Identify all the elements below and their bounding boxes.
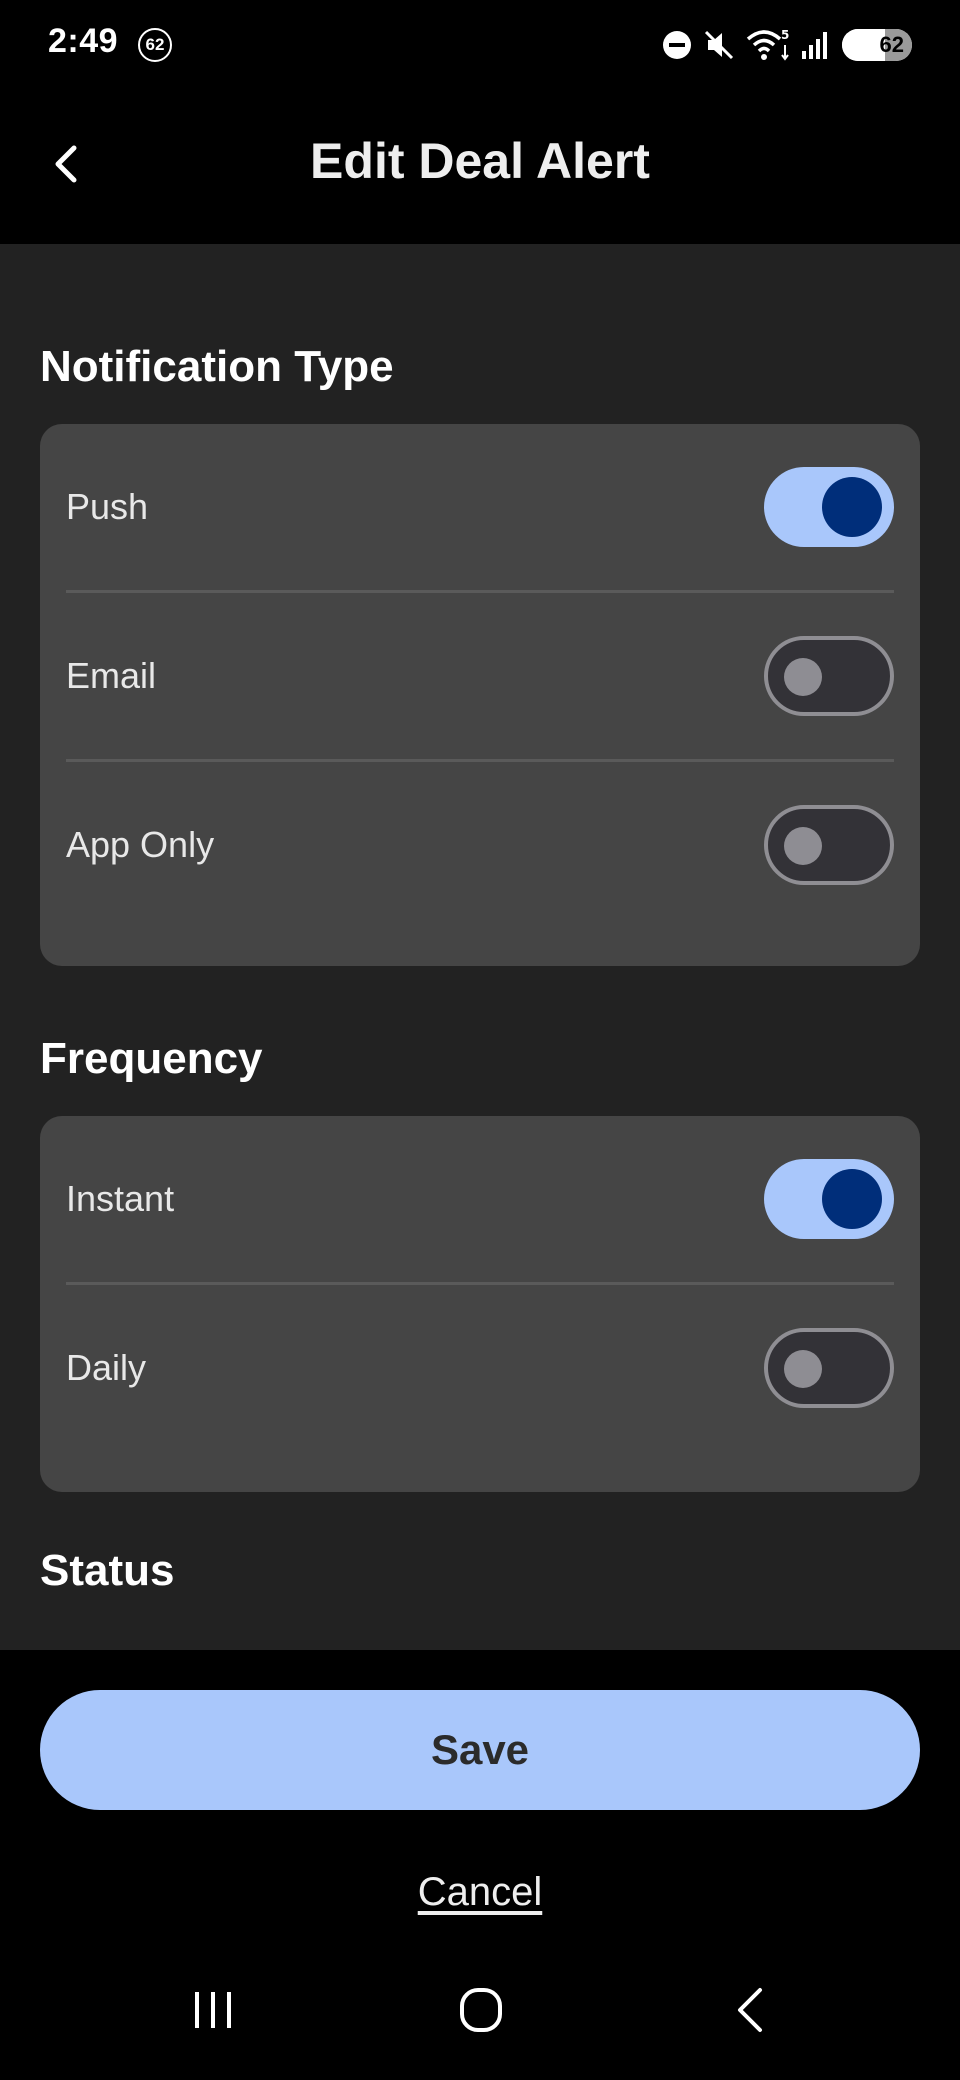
row-label: Email — [66, 655, 157, 696]
notification-type-card: Push Email App Only — [40, 424, 920, 966]
section-title-status: Status — [40, 1546, 175, 1595]
email-toggle[interactable] — [764, 636, 894, 716]
row-label: Push — [66, 486, 149, 527]
svg-text:5: 5 — [781, 28, 789, 42]
status-icons: 5 62 — [662, 24, 912, 66]
app-only-toggle[interactable] — [764, 805, 894, 885]
toggle-knob — [822, 477, 882, 537]
instant-toggle[interactable] — [764, 1159, 894, 1239]
toggle-knob — [784, 658, 822, 696]
dnd-icon — [663, 31, 691, 59]
app-bar: Edit Deal Alert — [0, 90, 960, 244]
row-label: Daily — [66, 1347, 147, 1388]
battery-level: 62 — [879, 32, 904, 57]
frequency-row-instant[interactable]: Instant — [40, 1116, 920, 1282]
section-title-frequency: Frequency — [40, 1034, 263, 1083]
push-toggle[interactable] — [764, 467, 894, 547]
cancel-link[interactable]: Cancel — [0, 1870, 960, 1915]
home-icon[interactable] — [446, 1980, 516, 2040]
toggle-knob — [784, 827, 822, 865]
back-icon[interactable] — [716, 1980, 786, 2040]
settings-content: Notification Type Push Email App Only Fr… — [0, 244, 960, 1650]
system-nav-bar — [0, 1940, 960, 2080]
mute-icon — [704, 30, 734, 60]
row-label: Instant — [66, 1178, 175, 1219]
toggle-knob — [784, 1350, 822, 1388]
frequency-card: Instant Daily — [40, 1116, 920, 1492]
section-title-notification-type: Notification Type — [40, 342, 394, 391]
row-label: App Only — [66, 824, 215, 865]
signal-icon — [802, 32, 827, 59]
notification-count-badge: 62 — [138, 28, 172, 62]
status-bar: 2:49 62 5 62 — [0, 0, 960, 90]
page-title: Edit Deal Alert — [310, 133, 650, 189]
footer: Save Cancel — [0, 1650, 960, 2080]
notification-row-push[interactable]: Push — [40, 424, 920, 590]
wifi-icon: 5 — [746, 28, 789, 61]
battery-icon: 62 — [842, 29, 912, 61]
save-button[interactable]: Save — [40, 1690, 920, 1810]
toggle-knob — [822, 1169, 882, 1229]
frequency-row-daily[interactable]: Daily — [40, 1285, 920, 1451]
notification-row-email[interactable]: Email — [40, 593, 920, 759]
daily-toggle[interactable] — [764, 1328, 894, 1408]
notification-row-app-only[interactable]: App Only — [40, 762, 920, 928]
status-time: 2:49 — [48, 22, 119, 60]
recents-icon[interactable] — [178, 1980, 248, 2040]
